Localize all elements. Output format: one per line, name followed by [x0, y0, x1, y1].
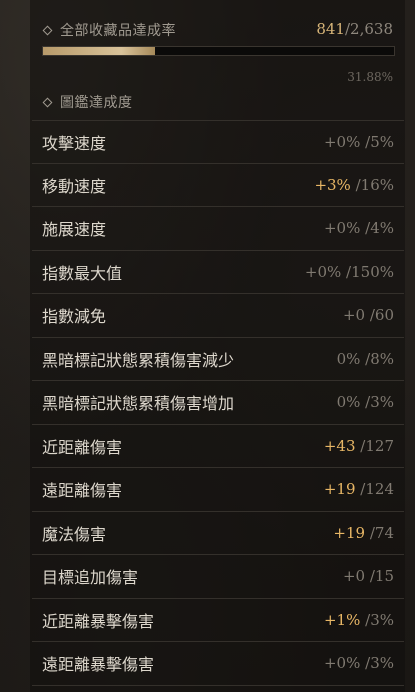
stat-bonus: +3%: [314, 175, 351, 194]
stat-value: +19 /124: [324, 480, 394, 498]
stat-value: +0% /150%: [305, 263, 394, 281]
stat-label: 施展速度: [42, 220, 107, 240]
stat-label: 黑暗標記狀態累積傷害增加: [42, 394, 235, 414]
stat-label: 黑暗標記狀態累積傷害減少: [42, 350, 235, 370]
stat-row: 遠距離暴擊傷害 +0% /3%: [32, 642, 404, 686]
stat-label: 移動速度: [42, 176, 107, 196]
stat-row: 近距離傷害 +43 /127: [32, 425, 404, 468]
stat-max: 124: [365, 480, 394, 499]
stat-max: 15: [374, 567, 394, 586]
stat-bonus: +19: [333, 523, 366, 542]
stat-max: 150%: [351, 262, 394, 281]
stat-label: 目標追加傷害: [42, 568, 139, 588]
stat-value: +0 /15: [343, 567, 394, 585]
stat-label: 近距離傷害: [42, 437, 123, 457]
stat-label: 魔法傷害: [42, 524, 107, 544]
stat-value: 0% /3%: [337, 393, 394, 411]
total-collection-label: 全部收藏品達成率: [60, 23, 176, 39]
collection-count-max: 2,638: [350, 20, 393, 38]
diamond-bullet-icon: [42, 97, 53, 107]
stat-bonus: +19: [323, 480, 356, 499]
stat-value: +0% /3%: [324, 654, 394, 672]
stat-bonus: +43: [323, 436, 356, 455]
stat-value: +0% /5%: [324, 133, 394, 151]
stat-value: +1% /3%: [324, 611, 394, 629]
stat-value: +43 /127: [324, 437, 394, 455]
stat-max: 74: [374, 523, 394, 542]
stat-row: 目標追加傷害 +0 /15: [32, 555, 404, 599]
stat-max: 127: [365, 436, 394, 455]
stat-max: 5%: [370, 132, 394, 151]
stat-bonus: 0%: [336, 393, 361, 412]
stat-bonus: +1%: [323, 610, 361, 629]
stat-max: 4%: [370, 219, 394, 238]
collection-count-current: 841: [316, 20, 345, 38]
stat-bonus: +0%: [304, 262, 342, 281]
stat-max: 16%: [360, 175, 394, 194]
stat-bonus: +0: [342, 306, 366, 325]
codex-progress-label: 圖鑑達成度: [60, 95, 133, 111]
stat-row: 攻擊速度 +0% /5%: [32, 120, 404, 164]
collection-progress-fill: [43, 47, 155, 55]
stat-value: +0 /60: [343, 306, 394, 324]
stat-bonus: 0%: [336, 349, 361, 368]
codex-progress-header: 圖鑑達成度: [42, 92, 133, 112]
stat-row: 黑暗標記狀態累積傷害減少 0% /8%: [32, 338, 404, 381]
stat-max: 3%: [370, 393, 394, 412]
stat-row: 施展速度 +0% /4%: [32, 207, 404, 251]
total-collection-header: 全部收藏品達成率: [42, 20, 176, 40]
collection-count: 841/2,638: [316, 20, 393, 38]
stat-max: 8%: [370, 349, 394, 368]
stat-bonus: +0%: [323, 654, 361, 673]
stat-value: +19 /74: [333, 524, 394, 542]
stat-label: 遠距離傷害: [42, 481, 123, 501]
stat-bonus: +0: [342, 567, 366, 586]
stat-value: +0% /4%: [324, 219, 394, 237]
stat-row: 遠距離傷害 +19 /124: [32, 468, 404, 512]
stat-max: 60: [374, 306, 394, 325]
stat-max: 3%: [370, 654, 394, 673]
stat-row: 黑暗標記狀態累積傷害增加 0% /3%: [32, 381, 404, 425]
stat-bonus: +0%: [323, 132, 361, 151]
stat-row: 移動速度 +3% /16%: [32, 164, 404, 207]
stat-value: 0% /8%: [337, 350, 394, 368]
stat-max: 3%: [370, 610, 394, 629]
stat-bonus: +0%: [323, 219, 361, 238]
stat-row: 指數最大值 +0% /150%: [32, 251, 404, 294]
collection-percent: 31.88%: [347, 70, 393, 84]
stat-value: +3% /16%: [314, 176, 394, 194]
stat-label: 指數最大值: [42, 263, 123, 283]
diamond-bullet-icon: [42, 25, 53, 35]
collection-progress-bar: [42, 46, 395, 56]
stat-row: 魔法傷害 +19 /74: [32, 512, 404, 555]
stat-list: 攻擊速度 +0% /5% 移動速度 +3% /16% 施展速度 +0% /4% 指數最…: [32, 120, 404, 686]
stat-label: 攻擊速度: [42, 133, 107, 153]
stat-label: 指數減免: [42, 307, 107, 327]
stat-row: 近距離暴擊傷害 +1% /3%: [32, 599, 404, 642]
stat-label: 遠距離暴擊傷害: [42, 655, 155, 675]
stat-row: 指數減免 +0 /60: [32, 294, 404, 338]
stat-label: 近距離暴擊傷害: [42, 611, 155, 631]
